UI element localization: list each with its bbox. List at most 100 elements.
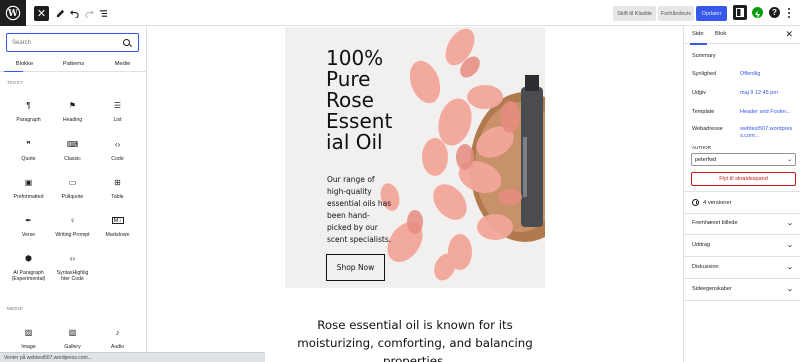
- switch-to-draft-button[interactable]: Skift til Kladde: [613, 6, 656, 21]
- block-label: SyntaxHighlighter Code: [56, 270, 89, 282]
- list-view-button[interactable]: [98, 5, 108, 21]
- undo-button[interactable]: [69, 5, 79, 21]
- panel-page-attributes[interactable]: Sideegenskaber ⌄: [684, 279, 800, 301]
- markdown-icon: M↓: [111, 217, 124, 224]
- block-label: Writing Prompt: [55, 232, 90, 238]
- move-to-trash-button[interactable]: Flyt til skraldespand: [691, 172, 796, 186]
- block-pullquote[interactable]: ▭ Pullquote: [50, 177, 95, 213]
- wordpress-logo-icon[interactable]: W: [0, 0, 26, 26]
- chevron-down-icon: ⌄: [786, 220, 794, 227]
- jetpack-icon[interactable]: [752, 7, 763, 19]
- audio-icon: ♪: [115, 327, 120, 337]
- image-icon: ▨: [24, 327, 33, 337]
- redo-icon: [84, 9, 94, 18]
- block-list[interactable]: ☰ List: [95, 100, 140, 136]
- url-value[interactable]: webtest507.wordpress.com...: [740, 126, 795, 140]
- browser-status-bar: Venter på webtest507.wordpress.com...: [0, 352, 265, 362]
- pullquote-icon: ▭: [68, 177, 77, 187]
- summary-title[interactable]: Summary: [692, 53, 716, 59]
- block-label: List: [113, 117, 122, 123]
- template-value[interactable]: Header and Footer...: [740, 109, 798, 116]
- publish-value[interactable]: maj 9 12:45 pm: [740, 90, 798, 97]
- block-code[interactable]: ‹› Code: [95, 139, 140, 175]
- gallery-icon: ▧: [68, 327, 77, 337]
- verse-icon: ✒: [25, 215, 32, 225]
- block-label: Quote: [21, 156, 36, 162]
- block-label: Gallery: [64, 344, 81, 350]
- panel-excerpt[interactable]: Uddrag ⌄: [684, 235, 800, 257]
- author-label: AUTHOR: [692, 145, 711, 150]
- panel-featured-image[interactable]: Fremhævet billede ⌄: [684, 213, 800, 235]
- tab-media[interactable]: Medie: [98, 56, 146, 71]
- block-paragraph[interactable]: ¶ Paragraph: [6, 100, 51, 136]
- redo-button[interactable]: [84, 5, 94, 21]
- block-preformatted[interactable]: ▣ Preformatted: [6, 177, 51, 213]
- chevron-down-icon: ⌄: [786, 157, 792, 163]
- panel-discussion[interactable]: Diskussion ⌄: [684, 257, 800, 279]
- preview-button[interactable]: Forhåndsvis: [658, 6, 694, 21]
- url-label: Webadresse: [692, 126, 723, 132]
- table-icon: ⊞: [114, 177, 121, 187]
- list-view-icon: [99, 9, 107, 17]
- block-verse[interactable]: ✒ Verse: [6, 215, 51, 251]
- category-media-heading: MEDIE: [7, 306, 23, 311]
- chevron-down-icon: ⌄: [786, 264, 794, 271]
- shop-now-button[interactable]: Shop Now: [326, 254, 385, 281]
- block-quote[interactable]: ❞ Quote: [6, 139, 51, 175]
- publish-label: Udgiv: [692, 90, 707, 96]
- cover-heading[interactable]: 100% Pure Rose Essent ial Oil: [326, 48, 416, 153]
- block-inserter-panel: Search Blokke Patterns Medie TEKST ¶ Para…: [0, 26, 147, 362]
- visibility-value[interactable]: Offentlig: [740, 71, 798, 78]
- clock-icon: [692, 199, 699, 206]
- tab-blocks[interactable]: Blokke: [0, 56, 49, 72]
- block-table[interactable]: ⊞ Table: [95, 177, 140, 213]
- revisions-button[interactable]: 4 versioner: [692, 199, 732, 206]
- block-label: Preformatted: [13, 194, 44, 200]
- pen-icon: [56, 9, 64, 17]
- list-icon: ☰: [113, 100, 122, 110]
- tab-patterns[interactable]: Patterns: [49, 56, 98, 71]
- block-heading[interactable]: ⚑ Heading: [50, 100, 95, 136]
- more-vertical-icon[interactable]: [785, 6, 793, 20]
- author-select[interactable]: peterfwd ⌄: [691, 153, 796, 166]
- block-syntaxhighlighter[interactable]: ‹› SyntaxHighlighter Code: [50, 253, 95, 289]
- block-classic[interactable]: ⌨ Classic: [50, 139, 95, 175]
- tab-block[interactable]: Blok: [715, 31, 726, 37]
- block-label: Pullquote: [61, 194, 84, 200]
- close-icon[interactable]: ✕: [785, 29, 793, 40]
- panel-title: Fremhævet billede: [692, 220, 738, 226]
- author-value: peterfwd: [695, 156, 717, 163]
- undo-icon: [69, 9, 79, 18]
- block-label: Image: [21, 344, 36, 350]
- category-text-heading: TEKST: [7, 80, 24, 85]
- sidebar-tabs: Side Blok ✕: [684, 26, 800, 45]
- help-button[interactable]: ?: [769, 7, 780, 18]
- chevron-down-icon: ⌄: [786, 286, 794, 293]
- template-label: Template: [692, 109, 715, 115]
- cover-text[interactable]: Our range of high-quality essential oils…: [327, 174, 393, 246]
- settings-toggle-button[interactable]: [733, 5, 747, 20]
- tab-page[interactable]: Side: [690, 31, 707, 45]
- panel-title: Sideegenskaber: [692, 286, 732, 292]
- search-icon: [123, 39, 130, 46]
- search-input[interactable]: Search: [6, 33, 139, 52]
- block-markdown[interactable]: M↓ Markdown: [95, 215, 140, 251]
- editor-canvas: 100% Pure Rose Essent ial Oil Our range of h…: [148, 26, 682, 362]
- block-label: Paragraph: [16, 117, 41, 123]
- paragraph-block[interactable]: Rose essential oil is known for its mois…: [283, 316, 547, 362]
- keyboard-icon: ⌨: [66, 139, 79, 149]
- close-inserter-button[interactable]: ✕: [34, 6, 49, 21]
- block-label: Heading: [62, 117, 83, 123]
- block-writing-prompt[interactable]: ♀ Writing Prompt: [50, 215, 95, 251]
- block-label: Table: [111, 194, 124, 200]
- block-label: Markdown: [105, 232, 130, 238]
- preformatted-icon: ▣: [24, 177, 33, 187]
- update-button[interactable]: Opdater: [696, 6, 727, 21]
- block-label: Code: [111, 156, 124, 162]
- panel-title: Diskussion: [692, 264, 719, 270]
- tools-button[interactable]: [55, 5, 65, 21]
- block-ai-paragraph[interactable]: ⬢ AI Paragraph (Experimental): [6, 253, 51, 289]
- cover-block[interactable]: 100% Pure Rose Essent ial Oil Our range of h…: [285, 27, 545, 288]
- block-label: Audio: [110, 344, 125, 350]
- editor-app: W ✕ Skift til Kladde Forhåndsvis Opdater…: [0, 0, 800, 362]
